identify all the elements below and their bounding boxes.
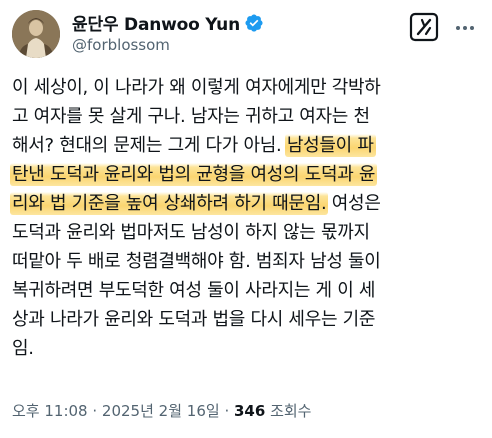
views-count[interactable]: 346 (234, 402, 265, 420)
highlighted-text: 탄낸 도덕과 윤리와 법의 균형을 여성의 도덕과 윤 (10, 163, 378, 186)
tweet-meta: 오후 11:08 · 2025년 2월 16일 · 346 조회수 (12, 400, 311, 421)
views-label: 조회수 (265, 402, 312, 420)
tweet-line: 고 여자를 못 살게 구나. 남자는 귀하고 여자는 천 (12, 102, 484, 131)
text-segment: 상과 나라가 윤리와 도덕과 법을 다시 세우는 기준 (12, 309, 376, 330)
tweet-card: 윤단우 Danwoo Yun @forblossom 이 세상이, 이 나라가 … (0, 0, 492, 438)
tweet-line: 도덕과 윤리와 법마저도 남성이 하지 않는 몫까지 (12, 218, 484, 247)
text-segment: 임. (12, 338, 34, 359)
text-segment: 여성은 (326, 193, 381, 214)
tweet-line: 떠맡아 두 배로 청렴결백해야 함. 범죄자 남성 둘이 (12, 247, 484, 276)
text-segment: 이 세상이, 이 나라가 왜 이렇게 여자에게만 각박하 (12, 77, 381, 98)
avatar[interactable] (12, 10, 60, 58)
tweet-line: 이 세상이, 이 나라가 왜 이렇게 여자에게만 각박하 (12, 73, 484, 102)
text-segment: 고 여자를 못 살게 구나. 남자는 귀하고 여자는 천 (12, 106, 370, 127)
tweet-time[interactable]: 오후 11:08 (12, 402, 88, 420)
highlighted-text: 남성들이 파 (284, 134, 376, 157)
author-name-row[interactable]: 윤단우 Danwoo Yun (72, 10, 264, 35)
meta-separator: · (87, 402, 102, 420)
text-segment: 해서? 현대의 문제는 그게 다가 아님. (12, 135, 287, 156)
meta-separator: · (219, 402, 234, 420)
author-handle[interactable]: @forblossom (72, 36, 170, 54)
more-options-button[interactable] (454, 18, 476, 38)
grok-icon (409, 12, 439, 42)
tweet-text: 이 세상이, 이 나라가 왜 이렇게 여자에게만 각박하 고 여자를 못 살게 … (10, 73, 484, 363)
highlighted-text: 리와 법 기준을 높여 상쇄하려 하기 때문임. (10, 192, 329, 215)
more-horizontal-icon (456, 26, 474, 30)
author-display-name[interactable]: 윤단우 Danwoo Yun (72, 10, 240, 35)
tweet-line: 탄낸 도덕과 윤리와 법의 균형을 여성의 도덕과 윤 (10, 160, 484, 189)
grok-button[interactable] (409, 12, 439, 42)
text-segment: 복귀하려면 부도덕한 여성 둘이 사라지는 게 이 세 (12, 280, 376, 301)
tweet-line: 리와 법 기준을 높여 상쇄하려 하기 때문임. 여성은 (10, 189, 484, 218)
tweet-line: 해서? 현대의 문제는 그게 다가 아님. 남성들이 파 (12, 131, 484, 160)
tweet-date[interactable]: 2025년 2월 16일 (102, 402, 220, 420)
tweet-line: 복귀하려면 부도덕한 여성 둘이 사라지는 게 이 세 (12, 276, 484, 305)
tweet-line: 상과 나라가 윤리와 도덕과 법을 다시 세우는 기준 (12, 305, 484, 334)
verified-badge-icon (244, 13, 264, 33)
text-segment: 떠맡아 두 배로 청렴결백해야 함. 범죄자 남성 둘이 (12, 251, 381, 272)
tweet-line: 임. (12, 334, 484, 363)
text-segment: 도덕과 윤리와 법마저도 남성이 하지 않는 몫까지 (12, 222, 370, 243)
